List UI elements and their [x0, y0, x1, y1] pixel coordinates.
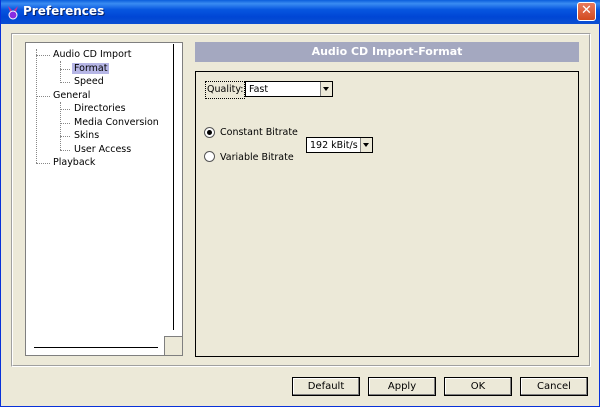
tree-item-format[interactable]: Format: [72, 63, 110, 75]
tree-item-audio-cd-import[interactable]: Audio CD Import: [53, 49, 132, 61]
tree-item-speed[interactable]: Speed: [74, 76, 104, 88]
preferences-window: Preferences ✕ Audio CD Import Format Spe…: [0, 0, 600, 407]
close-button[interactable]: ✕: [577, 2, 596, 21]
quality-select[interactable]: Fast: [245, 81, 333, 97]
ok-button[interactable]: OK: [444, 377, 512, 396]
section-header: Audio CD Import-Format: [195, 42, 579, 62]
tree-item-label: General: [53, 90, 91, 101]
apply-button[interactable]: Apply: [368, 377, 436, 396]
tree-item-label: Directories: [74, 103, 126, 114]
close-icon: ✕: [581, 3, 592, 18]
settings-panel: [195, 71, 579, 357]
variable-bitrate-radio[interactable]: [204, 151, 215, 162]
tree-item-media-conversion[interactable]: Media Conversion: [74, 117, 159, 129]
bitrate-select[interactable]: 192 kBit/s: [306, 137, 373, 153]
variable-bitrate-label[interactable]: Variable Bitrate: [220, 152, 294, 164]
tree-item-label: Format: [72, 63, 110, 74]
tree-scroll-line: [173, 44, 174, 330]
tree-item-directories[interactable]: Directories: [74, 103, 126, 115]
tree-item-label: Audio CD Import: [53, 49, 132, 60]
default-button[interactable]: Default: [292, 377, 360, 396]
tree-item-label: Skins: [74, 130, 100, 141]
chevron-down-icon[interactable]: [360, 138, 372, 152]
tree-item-label: Speed: [74, 76, 104, 87]
constant-bitrate-label[interactable]: Constant Bitrate: [220, 127, 298, 139]
tree-item-label: Media Conversion: [74, 117, 159, 128]
preferences-tree[interactable]: [25, 42, 183, 356]
chevron-down-icon[interactable]: [320, 82, 332, 96]
tree-item-user-access[interactable]: User Access: [74, 144, 131, 156]
quality-select-value: Fast: [249, 84, 269, 95]
quality-label: Quality:: [205, 81, 246, 99]
constant-bitrate-radio[interactable]: [204, 127, 215, 138]
window-title: Preferences: [23, 4, 105, 18]
tree-bottom-line: [34, 347, 158, 348]
tree-corner: [164, 336, 182, 355]
tree-item-skins[interactable]: Skins: [74, 130, 99, 142]
tree-item-label: User Access: [74, 144, 132, 155]
tree-item-general[interactable]: General: [53, 90, 90, 102]
bitrate-select-value: 192 kBit/s: [310, 140, 358, 151]
tree-item-label: Playback: [53, 157, 96, 168]
title-bar[interactable]: Preferences ✕: [1, 0, 600, 24]
tree-item-playback[interactable]: Playback: [53, 157, 95, 169]
app-icon: [8, 6, 18, 20]
cancel-button[interactable]: Cancel: [520, 377, 588, 396]
